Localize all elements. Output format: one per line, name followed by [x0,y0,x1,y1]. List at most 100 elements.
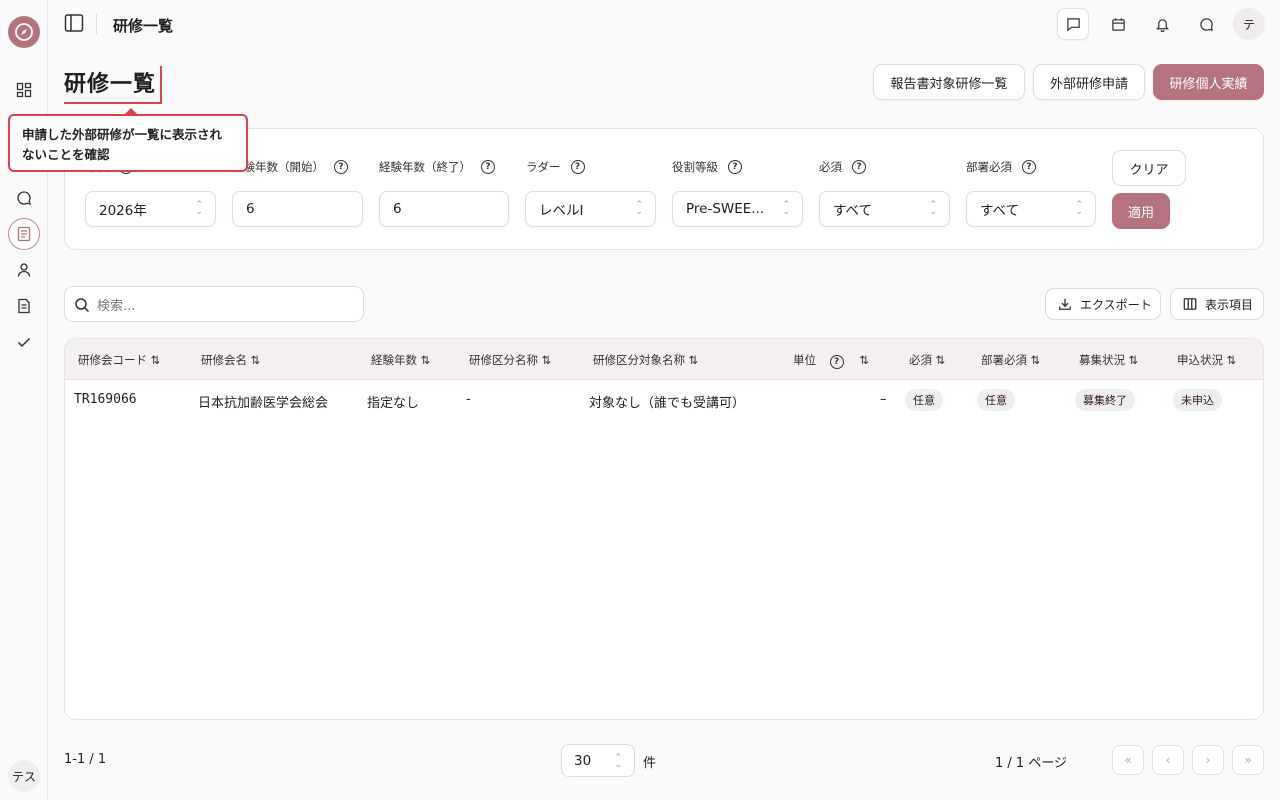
export-button[interactable]: エクスポート [1045,288,1161,320]
notification-button[interactable] [1146,8,1178,40]
calendar-button[interactable] [1102,8,1134,40]
help-icon[interactable]: ? [570,160,585,174]
filter-required-label: 必須? [819,159,866,175]
page-title: 研修一覧 [64,66,163,104]
dept-required-badge: 任意 [977,389,1015,411]
sidebar-toggle-icon[interactable] [64,13,84,37]
breadcrumb-title: 研修一覧 [113,17,174,35]
clear-button[interactable]: クリア [1112,150,1186,186]
col-dept-required[interactable]: 部署必須 ⇅ [981,352,1040,368]
double-chevron-left-icon: « [1124,753,1132,767]
sort-icon: ⇅ [859,353,869,367]
training-table: 研修会コード ⇅ 研修会名 ⇅ 経験年数 ⇅ 研修区分名称 ⇅ 研修区分対象名称… [64,338,1264,720]
sort-icon: ⇅ [1030,353,1041,367]
help-icon[interactable]: ? [481,160,495,174]
sort-icon: ⇅ [1128,353,1139,367]
filter-role-grade-label: 役割等級? [672,159,742,175]
ladder-select[interactable]: レベルI ⌃ ⌄ [525,191,656,227]
exp-start-input[interactable]: 6 [232,191,363,227]
recruit-status-badge: 募集終了 [1075,389,1135,411]
double-chevron-right-icon: » [1244,753,1252,767]
year-select[interactable]: 2026年 ⌃ ⌄ [85,191,216,227]
chevron-right-icon: › [1205,753,1211,767]
external-apply-button[interactable]: 外部研修申請 [1033,64,1145,100]
calendar-icon [1111,17,1125,31]
first-page-button[interactable]: « [1112,745,1144,775]
role-grade-select[interactable]: Pre-SWEE... ⌃ ⌄ [672,191,803,227]
feedback-button[interactable] [1057,8,1089,40]
result-range: 1-1 / 1 [64,752,107,767]
help-icon[interactable]: ? [1022,160,1036,174]
download-icon [1059,298,1071,310]
col-recruit[interactable]: 募集状況 ⇅ [1079,352,1138,368]
last-page-button[interactable]: » [1232,745,1264,775]
help-icon[interactable]: ? [334,160,348,174]
page-size-unit: 件 [643,756,657,771]
check-icon[interactable] [12,330,36,354]
col-unit[interactable]: 単位 ? ⇅ [793,352,869,369]
sort-icon: ⇅ [541,353,552,367]
filter-dept-required-label: 部署必須? [966,159,1036,175]
chevron-updown-icon: ⌃ ⌄ [195,200,203,217]
user-icon[interactable] [12,258,36,282]
col-exp-years[interactable]: 経験年数 ⇅ [371,352,430,368]
chevron-left-icon: ‹ [1165,753,1171,767]
next-page-button[interactable]: › [1192,745,1224,775]
col-code[interactable]: 研修会コード ⇅ [78,352,160,368]
user-avatar[interactable]: テ [1233,8,1265,40]
cell-code: TR169066 [74,392,137,407]
chat-square-icon [1066,17,1080,31]
bell-icon [1155,18,1169,32]
filter-ladder-label: ラダー? [526,159,585,175]
exp-end-input[interactable]: 6 [379,191,509,227]
col-target[interactable]: 研修区分対象名称 ⇅ [593,352,698,368]
apply-button[interactable]: 適用 [1112,193,1170,229]
sort-icon: ⇅ [150,353,161,367]
prev-page-button[interactable]: ‹ [1152,745,1184,775]
topbar: 研修一覧 テ [48,0,1280,48]
sort-icon: ⇅ [1226,353,1237,367]
cell-category: - [466,392,471,407]
chevron-updown-icon: ⌃ ⌄ [1075,200,1083,217]
chevron-updown-icon: ⌃ ⌄ [782,200,790,217]
sort-icon: ⇅ [420,353,431,367]
col-name[interactable]: 研修会名 ⇅ [201,352,260,368]
user-avatar-sidebar[interactable]: テス [8,760,40,792]
filter-exp-end-label: 経験年数（終了）? [379,159,495,175]
chat-bubble-icon [1199,17,1213,31]
report-list-button[interactable]: 報告書対象研修一覧 [873,64,1025,100]
app-logo[interactable] [8,16,40,48]
document-icon[interactable] [12,294,36,318]
columns-icon [1183,298,1197,310]
required-badge: 任意 [905,389,943,411]
compass-icon [15,23,33,41]
chevron-updown-icon: ⌃ ⌄ [635,200,643,217]
col-category[interactable]: 研修区分名称 ⇅ [469,352,551,368]
filter-exp-start-label: 経験年数（開始）? [232,159,348,175]
sort-icon: ⇅ [688,353,699,367]
cell-name: 日本抗加齢医学会総会 [198,396,329,411]
annotation-callout: 申請した外部研修が一覧に表示されないことを確認 [8,108,248,172]
help-icon: ? [829,355,844,369]
training-list-icon[interactable] [12,222,36,246]
required-select[interactable]: すべて ⌃ ⌄ [819,191,950,227]
page-size-select[interactable]: 30 ⌃ ⌄ [561,744,635,777]
help-icon[interactable]: ? [728,160,742,174]
search-icon [75,298,90,313]
dept-required-select[interactable]: すべて ⌃ ⌄ [966,191,1096,227]
personal-record-button[interactable]: 研修個人実績 [1153,64,1264,100]
page-info: 1 / 1 ページ [995,756,1068,771]
message-icon[interactable] [12,186,36,210]
sort-icon: ⇅ [935,353,946,367]
col-apply[interactable]: 申込状況 ⇅ [1177,352,1236,368]
columns-button[interactable]: 表示項目 [1170,288,1264,320]
cell-exp-years: 指定なし [367,396,420,411]
col-required[interactable]: 必須 ⇅ [909,352,945,368]
chat-button[interactable] [1190,8,1222,40]
search-input[interactable]: 検索... [64,286,364,322]
dashboard-icon[interactable] [12,78,36,102]
chevron-updown-icon: ⌃ ⌄ [614,753,622,770]
help-icon[interactable]: ? [852,160,866,174]
topbar-divider [96,14,97,34]
apply-status-badge: 未申込 [1173,389,1222,411]
